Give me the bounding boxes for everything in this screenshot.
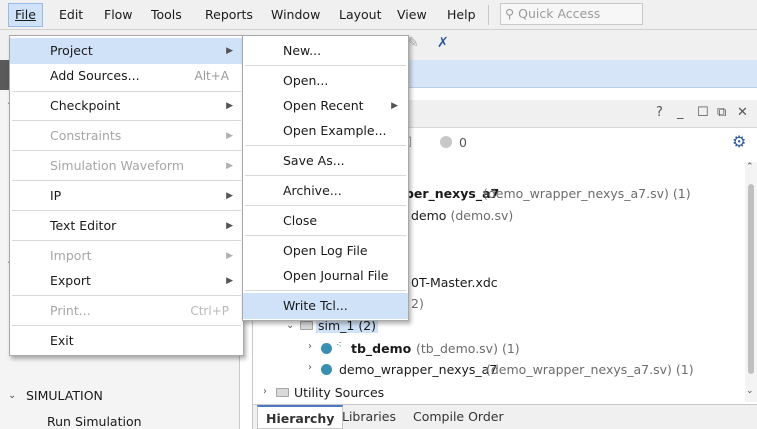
sources-tabs: Hierarchy Libraries Compile Order [253, 404, 757, 429]
gear-icon[interactable]: ⚙ [732, 132, 746, 151]
menu-item-open-journal-file[interactable]: Open Journal File [243, 263, 408, 289]
menu-item-checkpoint[interactable]: Checkpoint ▶ [10, 93, 243, 119]
tree-item-demo-wrapper-file: (demo_wrapper_nexys_a7.sv) (1) [486, 362, 694, 377]
menu-file[interactable]: File [8, 3, 43, 27]
menu-item-ip[interactable]: IP ▶ [10, 183, 243, 209]
maximize-icon[interactable]: ☐ [697, 105, 709, 120]
menu-separator [12, 180, 241, 181]
chevron-down-icon[interactable]: ⌄ [8, 390, 16, 401]
menu-separator [245, 235, 406, 236]
menu-item-constraints: Constraints ▶ [50, 128, 233, 143]
menu-separator [245, 205, 406, 206]
folder-icon [300, 321, 313, 330]
tree-item-utility-sources[interactable]: Utility Sources [294, 385, 384, 400]
section-simulation[interactable]: SIMULATION [26, 388, 103, 403]
menu-item-save-as[interactable]: Save As... [243, 148, 408, 174]
tree-item-count: 2) [411, 296, 424, 311]
menubar-separator [488, 5, 489, 25]
folder-icon [276, 388, 289, 397]
scrollbar-thumb[interactable] [748, 184, 754, 374]
tab-hierarchy[interactable]: Hierarchy [257, 405, 344, 429]
wand-icon[interactable]: ✗ [437, 35, 449, 51]
file-menu: Project ▶ Add Sources... Alt+A Checkpoint ▶… [9, 35, 244, 356]
menu-flow[interactable]: Flow [104, 7, 133, 22]
menu-view[interactable]: View [397, 7, 427, 22]
close-icon[interactable]: ✕ [737, 105, 748, 120]
menu-reports[interactable]: Reports [205, 7, 253, 22]
scroll-up-icon[interactable]: ⌃ [746, 162, 754, 172]
tree-item-demo[interactable]: demo (demo.sv) [411, 208, 513, 223]
menu-item-open-log-file[interactable]: Open Log File [243, 238, 408, 264]
menu-layout[interactable]: Layout [339, 7, 382, 22]
menu-separator [12, 150, 241, 151]
tab-libraries[interactable]: Libraries [342, 409, 396, 424]
quick-access-input[interactable]: ⚲ Quick Access [500, 3, 643, 25]
menu-item-project[interactable]: Project ▶ [10, 38, 243, 64]
status-circle-icon [440, 136, 452, 148]
menu-window[interactable]: Window [271, 7, 320, 22]
menu-bar: File Edit Flow Tools Reports Window Layo… [0, 0, 757, 30]
chevron-right-icon[interactable]: › [263, 386, 267, 397]
menu-separator [12, 325, 241, 326]
module-dot-icon [321, 343, 332, 354]
menu-item-export[interactable]: Export ▶ [10, 268, 243, 294]
menu-item-new[interactable]: New... [243, 38, 408, 64]
menu-item-text-editor[interactable]: Text Editor ▶ [10, 213, 243, 239]
menu-separator [12, 120, 241, 121]
tree-item-file: (demo_wrapper_nexys_a7.sv) (1) [483, 186, 691, 201]
tree-item-demo-wrapper[interactable]: demo_wrapper_nexys_a7 [339, 362, 497, 377]
menu-item-add-sources[interactable]: Add Sources... Alt+A [10, 63, 243, 89]
hierarchy-icon: ⁖ [336, 340, 342, 351]
menu-separator [245, 65, 406, 66]
search-icon: ⚲ [505, 6, 515, 21]
minimize-icon[interactable]: _ [677, 105, 684, 120]
menu-separator [245, 145, 406, 146]
chevron-down-icon[interactable]: ⌄ [286, 320, 294, 331]
menu-item-open-example[interactable]: Open Example... [243, 118, 408, 144]
project-submenu: New... Open... Open Recent ▶ Open Example… [242, 35, 409, 321]
menu-help[interactable]: Help [447, 7, 476, 22]
menu-item-print: Print... Ctrl+P [50, 303, 229, 318]
menu-item-open-recent[interactable]: Open Recent ▶ [243, 93, 408, 119]
run-simulation-link[interactable]: Run Simulation [47, 414, 142, 429]
menu-item-import: Import ▶ [50, 248, 233, 263]
menu-separator [245, 175, 406, 176]
tree-item-xdc[interactable]: 0T-Master.xdc [411, 275, 498, 290]
tree-item-tb-demo-file: (tb_demo.sv) (1) [416, 341, 520, 356]
menu-item-write-tcl[interactable]: Write Tcl... [243, 293, 408, 319]
menu-separator [12, 210, 241, 211]
menu-item-exit[interactable]: Exit [10, 328, 243, 354]
module-dot-icon [321, 364, 332, 375]
menu-item-close[interactable]: Close [243, 208, 408, 234]
menu-separator [12, 91, 241, 92]
menu-item-open[interactable]: Open... [243, 68, 408, 94]
badge-count: 0 [459, 135, 467, 150]
tree-item-tb-demo[interactable]: tb_demo [351, 341, 411, 356]
menu-separator [12, 240, 241, 241]
float-icon[interactable]: ⧉ [717, 105, 726, 120]
menu-item-simulation-waveform: Simulation Waveform ▶ [50, 158, 233, 173]
chevron-right-icon[interactable]: › [308, 341, 312, 352]
menu-item-archive[interactable]: Archive... [243, 178, 408, 204]
chevron-right-icon[interactable]: › [308, 362, 312, 373]
scroll-down-icon[interactable]: ⌄ [746, 386, 754, 396]
menu-separator [12, 295, 241, 296]
tab-compile-order[interactable]: Compile Order [413, 409, 504, 424]
menu-edit[interactable]: Edit [59, 7, 83, 22]
menu-tools[interactable]: Tools [151, 7, 182, 22]
sources-scrollbar[interactable]: ⌃ ⌄ [745, 162, 757, 402]
menu-separator [245, 290, 406, 291]
help-icon[interactable]: ? [656, 105, 663, 120]
